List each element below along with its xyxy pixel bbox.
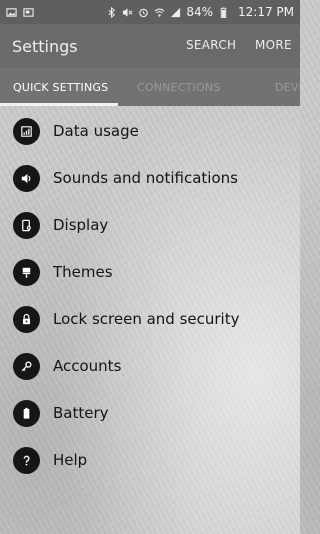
bluetooth-icon [106, 6, 117, 18]
list-item-lock-screen-security[interactable]: Lock screen and security [0, 296, 300, 342]
settings-tabs: QUICK SETTINGS CONNECTIONS DEVI [0, 68, 300, 106]
clock: 12:17 PM [238, 5, 294, 19]
gallery-notification-icon [6, 7, 17, 18]
list-item-label: Battery [53, 404, 109, 422]
mute-icon [122, 7, 133, 18]
tab-connections[interactable]: CONNECTIONS [137, 81, 220, 94]
lock-icon [13, 305, 40, 333]
battery-icon [13, 399, 40, 427]
wifi-icon [154, 7, 165, 18]
status-bar: 84% 12:17 PM [0, 0, 300, 24]
status-right-icons: 84% 12:17 PM [106, 5, 294, 19]
help-icon [13, 446, 40, 474]
alarm-icon [138, 7, 149, 18]
list-item-help[interactable]: Help [0, 437, 300, 483]
list-item-accounts[interactable]: Accounts [0, 343, 300, 389]
signal-icon [170, 7, 181, 18]
action-bar: Settings SEARCH MORE [0, 24, 300, 68]
themes-brush-icon [13, 258, 40, 286]
list-item-label: Help [53, 451, 88, 469]
list-item-label: Sounds and notifications [53, 169, 238, 187]
key-icon [13, 352, 40, 380]
tab-selected-indicator [0, 103, 118, 106]
list-item-sounds-notifications[interactable]: Sounds and notifications [0, 155, 300, 201]
display-icon [13, 211, 40, 239]
battery-status-icon [218, 6, 229, 18]
list-item-label: Display [53, 216, 109, 234]
tab-quick-settings[interactable]: QUICK SETTINGS [13, 81, 108, 94]
search-button[interactable]: SEARCH [186, 38, 236, 52]
battery-percent: 84% [186, 5, 213, 19]
list-item-label: Data usage [53, 122, 139, 140]
more-button[interactable]: MORE [255, 38, 292, 52]
list-item-data-usage[interactable]: Data usage [0, 108, 300, 154]
data-usage-icon [13, 117, 40, 145]
page-title: Settings [12, 36, 78, 56]
list-item-display[interactable]: Display [0, 202, 300, 248]
tab-device[interactable]: DEVI [275, 81, 300, 94]
list-item-label: Themes [53, 263, 113, 281]
list-item-label: Lock screen and security [53, 310, 240, 328]
volume-icon [13, 164, 40, 192]
list-item-label: Accounts [53, 357, 122, 375]
status-left-icons [6, 7, 34, 18]
screenshot-notification-icon [23, 7, 34, 18]
list-item-battery[interactable]: Battery [0, 390, 300, 436]
list-item-themes[interactable]: Themes [0, 249, 300, 295]
